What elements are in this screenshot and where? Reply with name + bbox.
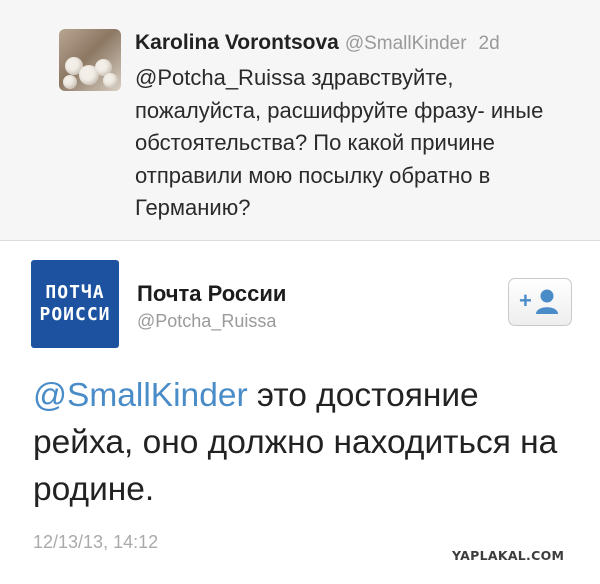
avatar-logo-line-1: ПОТЧА bbox=[45, 282, 105, 303]
reply-avatar[interactable] bbox=[59, 29, 121, 91]
reply-timestamp[interactable]: 2d bbox=[479, 33, 500, 54]
reply-header: Karolina Vorontsova @SmallKinder 2d bbox=[135, 30, 500, 57]
reply-author-name[interactable]: Karolina Vorontsova bbox=[135, 31, 339, 54]
flower-decoration bbox=[103, 73, 118, 88]
main-author-handle[interactable]: @Potcha_Ruissa bbox=[137, 311, 276, 332]
flower-decoration bbox=[63, 75, 77, 89]
watermark: YAPLAKAL.COM bbox=[452, 548, 565, 563]
main-author-name[interactable]: Почта России bbox=[137, 281, 286, 307]
mention-link[interactable]: @SmallKinder bbox=[33, 377, 248, 414]
plus-glyph: + bbox=[519, 288, 532, 313]
reply-author-handle[interactable]: @SmallKinder bbox=[345, 33, 467, 54]
reply-tweet[interactable]: Karolina Vorontsova @SmallKinder 2d @Potch… bbox=[0, 0, 600, 241]
main-tweet-text: @SmallKinder это достояние рейха, оно до… bbox=[33, 372, 578, 513]
reply-tweet-text: @Potcha_Ruissa здравствуйте, пожалуйста,… bbox=[135, 65, 544, 220]
add-user-icon: + bbox=[519, 288, 558, 314]
follow-button[interactable]: + bbox=[508, 278, 572, 326]
avatar-logo-line-2: РОИССИ bbox=[39, 304, 111, 325]
main-avatar[interactable]: ПОТЧА РОИССИ bbox=[31, 260, 119, 348]
main-timestamp[interactable]: 12/13/13, 14:12 bbox=[33, 532, 158, 553]
